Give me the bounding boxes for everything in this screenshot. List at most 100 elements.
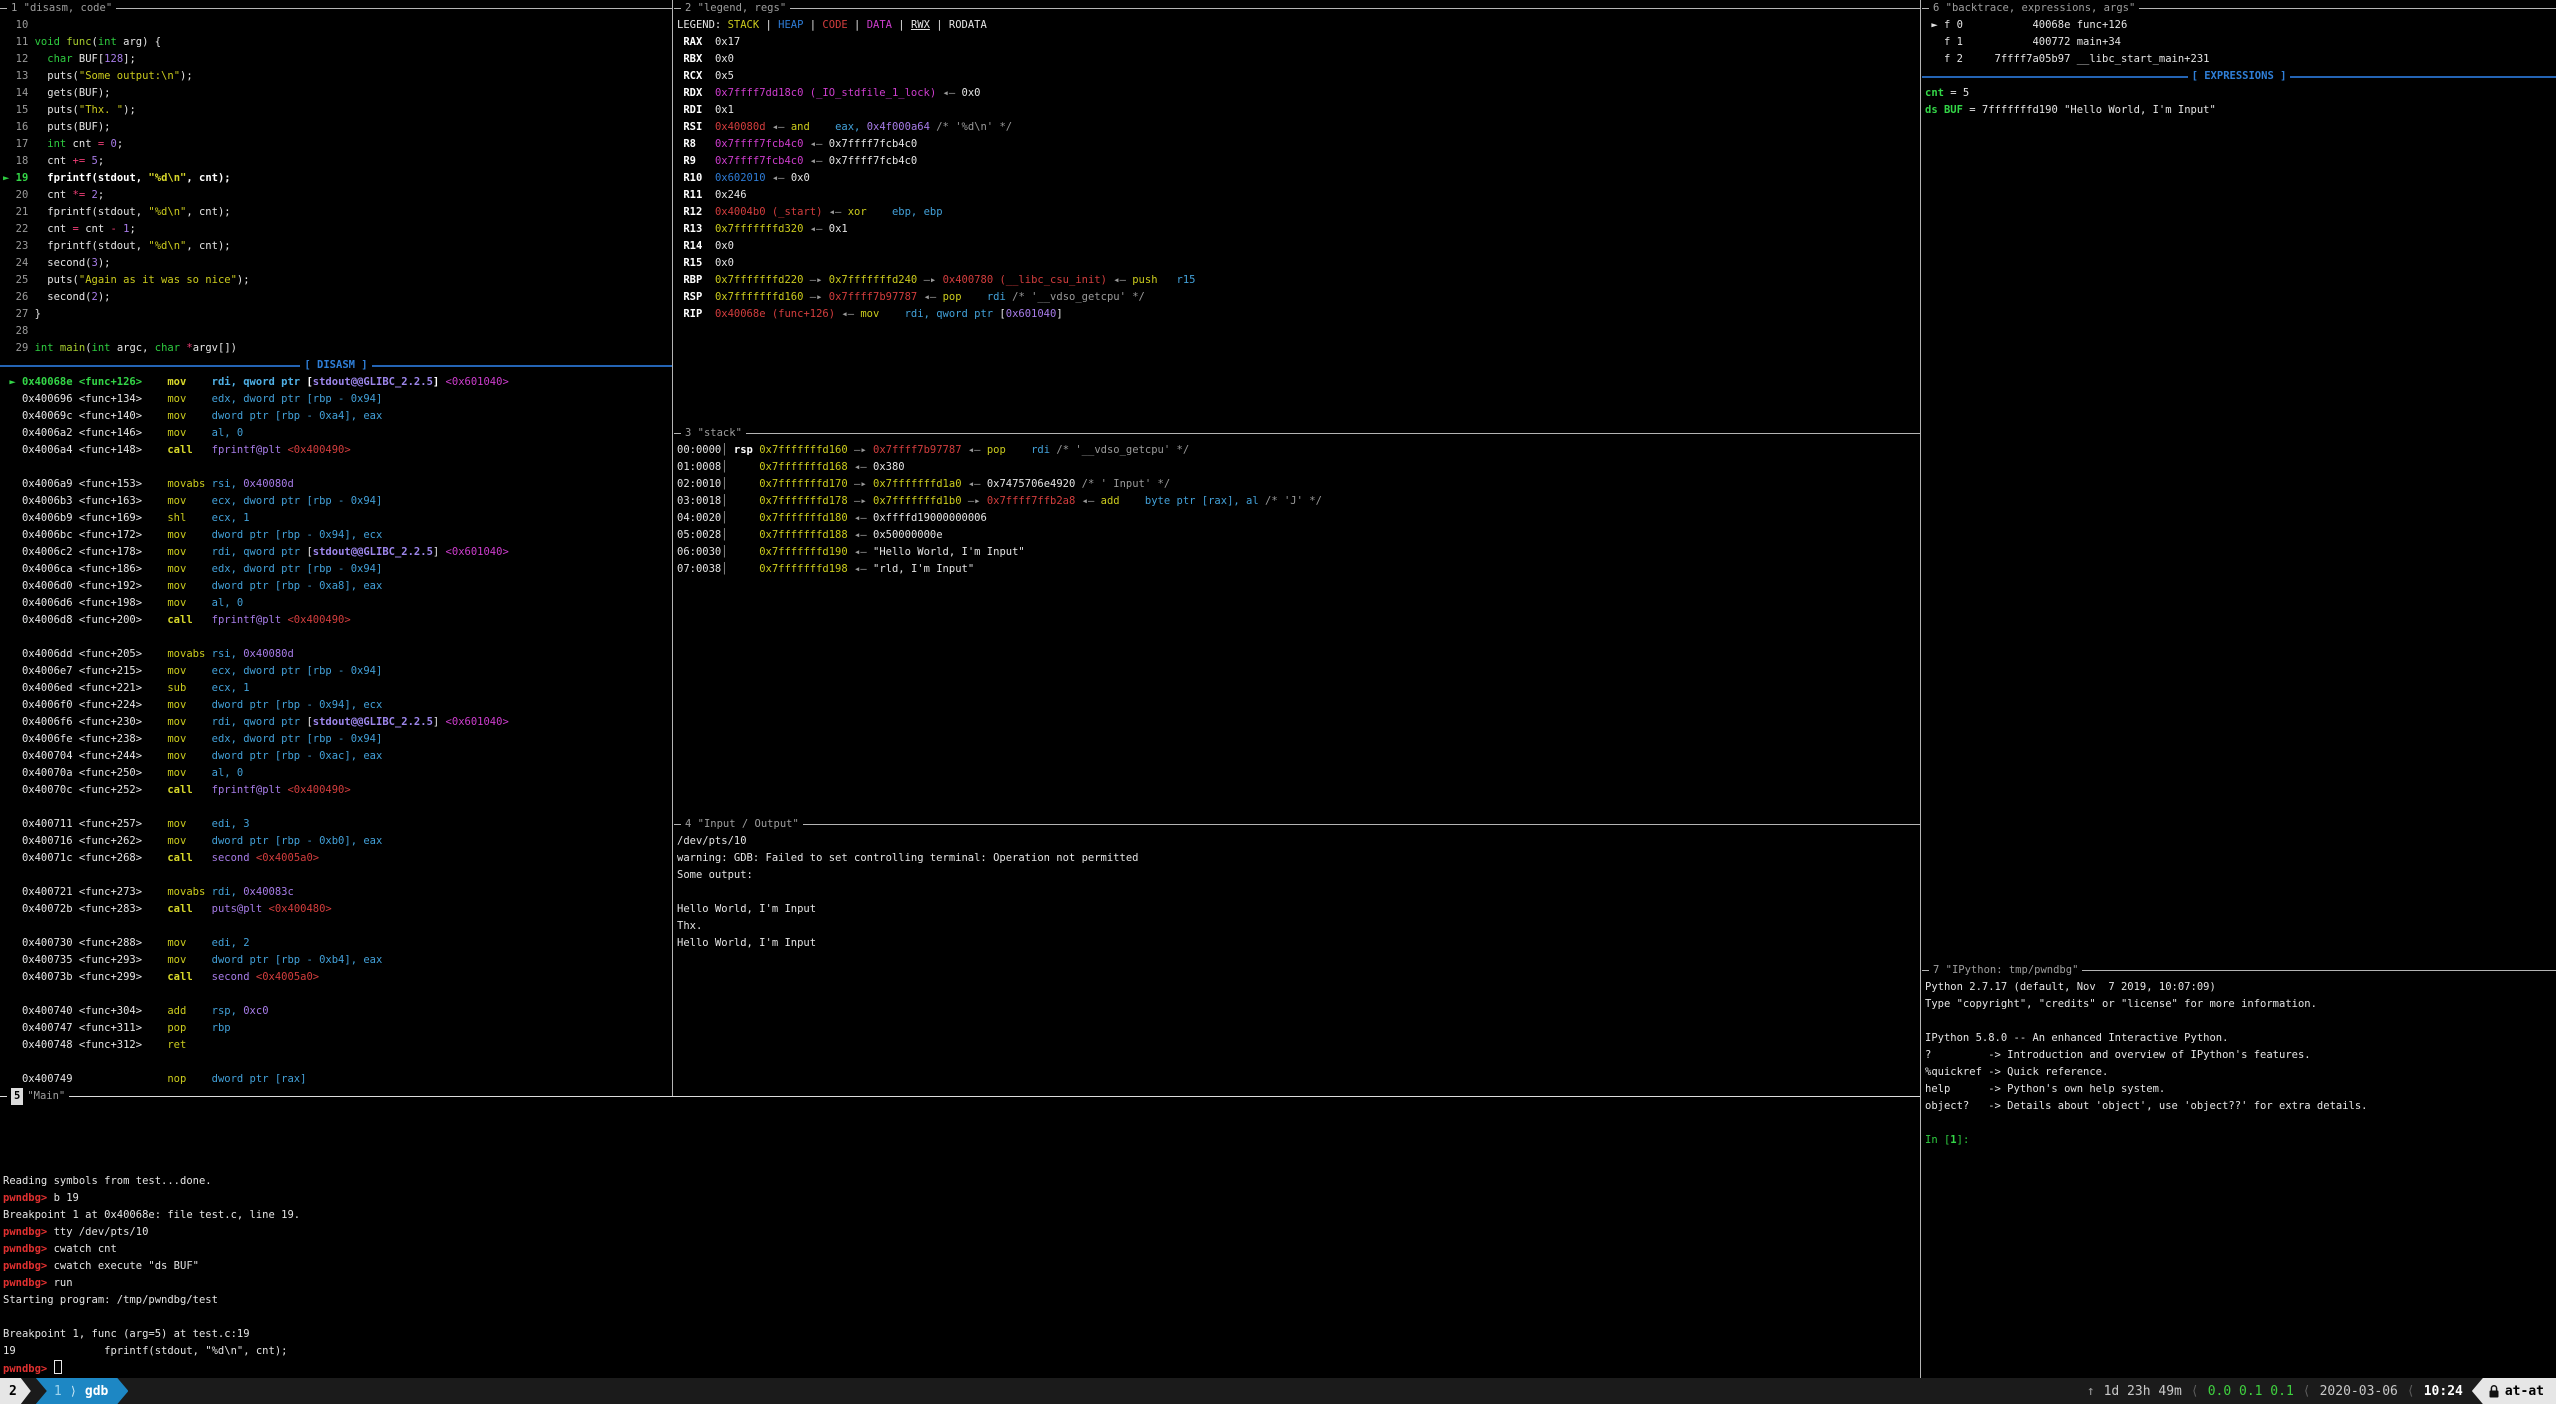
pane-border-right-column[interactable] bbox=[1920, 0, 1921, 1378]
disasm-separator: [ DISASM ] bbox=[0, 357, 672, 374]
terminal-line: 0x4006d8 <func+200> call fprintf@plt <0x… bbox=[3, 612, 672, 629]
terminal-line: 20 cnt *= 2; bbox=[3, 187, 672, 204]
terminal-line: %quickref -> Quick reference. bbox=[1925, 1064, 2556, 1081]
pane-title-label: 1 "disasm, code" bbox=[7, 0, 116, 17]
tmux-terminal: 1 "disasm, code" 10 11 void func(int arg… bbox=[0, 0, 2556, 1404]
status-right: ↑ 1d 23h 49m ⟨ 0.0 0.1 0.1 ⟨ 2020-03-06 … bbox=[2087, 1378, 2556, 1404]
terminal-line: ds BUF = 7fffffffd190 "Hello World, I'm … bbox=[1925, 102, 2556, 119]
terminal-line bbox=[3, 1309, 1920, 1326]
terminal-line: 18 cnt += 5; bbox=[3, 153, 672, 170]
terminal-line bbox=[3, 459, 672, 476]
stack-listing: 00:0000│ rsp 0x7fffffffd160 —▸ 0x7ffff7b… bbox=[674, 442, 1920, 578]
angle-separator-icon: ⟨ bbox=[2407, 1383, 2415, 1400]
terminal-line: In [1]: bbox=[1925, 1132, 2556, 1149]
terminal-line: 0x400696 <func+134> mov edx, dword ptr [… bbox=[3, 391, 672, 408]
terminal-line: 0x400740 <func+304> add rsp, 0xc0 bbox=[3, 1003, 672, 1020]
program-output: /dev/pts/10warning: GDB: Failed to set c… bbox=[674, 833, 1920, 952]
load-average: 0.0 0.1 0.1 bbox=[2208, 1383, 2294, 1400]
clock-text: 10:24 bbox=[2424, 1383, 2463, 1400]
terminal-line: 0x4006ca <func+186> mov edx, dword ptr [… bbox=[3, 561, 672, 578]
terminal-line: 24 second(3); bbox=[3, 255, 672, 272]
pane-ipython[interactable]: 7 "IPython: tmp/pwndbg" Python 2.7.17 (d… bbox=[1922, 962, 2556, 1378]
pane-border-left-column[interactable] bbox=[672, 0, 673, 1096]
tmux-status-bar: 2 1 ⟩ gdb ↑ 1d 23h 49m ⟨ 0.0 0.1 0.1 ⟨ 2… bbox=[0, 1378, 2556, 1404]
pane-title-label: "Main" bbox=[23, 1088, 69, 1105]
pane-title-label: 7 "IPython: tmp/pwndbg" bbox=[1929, 962, 2082, 979]
terminal-line: 0x4006a9 <func+153> movabs rsi, 0x40080d bbox=[3, 476, 672, 493]
terminal-line: R10 0x602010 ◂— 0x0 bbox=[677, 170, 1920, 187]
pane-border-main: 5"Main" bbox=[0, 1088, 1920, 1105]
source-code: 10 11 void func(int arg) { 12 char BUF[1… bbox=[0, 17, 672, 357]
terminal-line: 16 puts(BUF); bbox=[3, 119, 672, 136]
terminal-line: 27 } bbox=[3, 306, 672, 323]
terminal-line: 19 fprintf(stdout, "%d\n", cnt); bbox=[3, 1343, 1920, 1360]
expressions-separator-label: [ EXPRESSIONS ] bbox=[2188, 68, 2291, 85]
terminal-line: 0x40073b <func+299> call second <0x4005a… bbox=[3, 969, 672, 986]
terminal-line bbox=[3, 867, 672, 884]
pane-legend-regs[interactable]: 2 "legend, regs" LEGEND: STACK | HEAP | … bbox=[674, 0, 1920, 425]
terminal-line: 0x400716 <func+262> mov dword ptr [rbp -… bbox=[3, 833, 672, 850]
terminal-line: R9 0x7ffff7fcb4c0 ◂— 0x7ffff7fcb4c0 bbox=[677, 153, 1920, 170]
uptime-text: 1d 23h 49m bbox=[2104, 1383, 2182, 1400]
pane-title-legend-regs: 2 "legend, regs" bbox=[674, 0, 1920, 17]
terminal-line: pwndbg> run bbox=[3, 1275, 1920, 1292]
pane-title-label: 2 "legend, regs" bbox=[681, 0, 790, 17]
terminal-line bbox=[3, 986, 672, 1003]
pane-title-backtrace: 6 "backtrace, expressions, args" bbox=[1922, 0, 2556, 17]
terminal-line: 01:0008│ 0x7fffffffd168 ◂— 0x380 bbox=[677, 459, 1920, 476]
terminal-line: pwndbg> cwatch cnt bbox=[3, 1241, 1920, 1258]
pane-backtrace-expressions[interactable]: 6 "backtrace, expressions, args" ► f 0 4… bbox=[1922, 0, 2556, 962]
terminal-line: RCX 0x5 bbox=[677, 68, 1920, 85]
terminal-line: ► 0x40068e <func+126> mov rdi, qword ptr… bbox=[3, 374, 672, 391]
terminal-line: 10 bbox=[3, 17, 672, 34]
disassembly-listing: ► 0x40068e <func+126> mov rdi, qword ptr… bbox=[0, 374, 672, 1088]
pane-disasm-code[interactable]: 1 "disasm, code" 10 11 void func(int arg… bbox=[0, 0, 672, 1088]
terminal-line: 0x400704 <func+244> mov dword ptr [rbp -… bbox=[3, 748, 672, 765]
terminal-line: 0x4006dd <func+205> movabs rsi, 0x40080d bbox=[3, 646, 672, 663]
terminal-line: 29 int main(int argc, char *argv[]) bbox=[3, 340, 672, 357]
hostname-segment: at-at bbox=[2472, 1378, 2556, 1404]
terminal-line: Breakpoint 1 at 0x40068e: file test.c, l… bbox=[3, 1207, 1920, 1224]
terminal-line: 12 char BUF[128]; bbox=[3, 51, 672, 68]
pane-title-label: 4 "Input / Output" bbox=[681, 816, 803, 833]
window-name: gdb bbox=[85, 1383, 108, 1400]
terminal-line: 14 gets(BUF); bbox=[3, 85, 672, 102]
terminal-line: f 2 7ffff7a05b97 __libc_start_main+231 bbox=[1925, 51, 2556, 68]
session-indicator[interactable]: 2 bbox=[0, 1378, 31, 1404]
pane-title-label: 3 "stack" bbox=[681, 425, 746, 442]
terminal-line bbox=[3, 1139, 1920, 1156]
terminal-line bbox=[1925, 1115, 2556, 1132]
terminal-line: RDI 0x1 bbox=[677, 102, 1920, 119]
terminal-line: 11 void func(int arg) { bbox=[3, 34, 672, 51]
terminal-line: ► 19 fprintf(stdout, "%d\n", cnt); bbox=[3, 170, 672, 187]
terminal-line: R11 0x246 bbox=[677, 187, 1920, 204]
terminal-line: 0x4006f0 <func+224> mov dword ptr [rbp -… bbox=[3, 697, 672, 714]
terminal-line: pwndbg> cwatch execute "ds BUF" bbox=[3, 1258, 1920, 1275]
terminal-line bbox=[3, 1054, 672, 1071]
terminal-line: R12 0x4004b0 (_start) ◂— xor ebp, ebp bbox=[677, 204, 1920, 221]
backtrace-frames: ► f 0 40068e func+126 f 1 400772 main+34… bbox=[1922, 17, 2556, 68]
pane-stack[interactable]: 3 "stack" 00:0000│ rsp 0x7fffffffd160 —▸… bbox=[674, 425, 1920, 816]
registers-listing: LEGEND: STACK | HEAP | CODE | DATA | RWX… bbox=[674, 17, 1920, 323]
pane-title-disasm-code: 1 "disasm, code" bbox=[0, 0, 672, 17]
terminal-line: cnt = 5 bbox=[1925, 85, 2556, 102]
gdb-console: Reading symbols from test...done.pwndbg>… bbox=[0, 1105, 1920, 1377]
terminal-line: LEGEND: STACK | HEAP | CODE | DATA | RWX… bbox=[677, 17, 1920, 34]
terminal-line: 0x4006c2 <func+178> mov rdi, qword ptr [… bbox=[3, 544, 672, 561]
terminal-line: 0x40071c <func+268> call second <0x4005a… bbox=[3, 850, 672, 867]
terminal-line: Type "copyright", "credits" or "license"… bbox=[1925, 996, 2556, 1013]
terminal-line bbox=[3, 918, 672, 935]
terminal-line: RAX 0x17 bbox=[677, 34, 1920, 51]
pane-main-gdb-console[interactable]: Reading symbols from test...done.pwndbg>… bbox=[0, 1105, 1920, 1378]
terminal-line: RSP 0x7fffffffd160 —▸ 0x7ffff7b97787 ◂— … bbox=[677, 289, 1920, 306]
terminal-line: R13 0x7fffffffd320 ◂— 0x1 bbox=[677, 221, 1920, 238]
window-index: 1 bbox=[54, 1383, 62, 1400]
terminal-line: 0x40069c <func+140> mov dword ptr [rbp -… bbox=[3, 408, 672, 425]
terminal-line: 0x4006d0 <func+192> mov dword ptr [rbp -… bbox=[3, 578, 672, 595]
terminal-line: /dev/pts/10 bbox=[677, 833, 1920, 850]
window-tab-gdb[interactable]: 1 ⟩ gdb bbox=[36, 1378, 129, 1404]
terminal-line: pwndbg> tty /dev/pts/10 bbox=[3, 1224, 1920, 1241]
pane-input-output[interactable]: 4 "Input / Output" /dev/pts/10warning: G… bbox=[674, 816, 1920, 1088]
terminal-line bbox=[1925, 1013, 2556, 1030]
terminal-line: warning: GDB: Failed to set controlling … bbox=[677, 850, 1920, 867]
